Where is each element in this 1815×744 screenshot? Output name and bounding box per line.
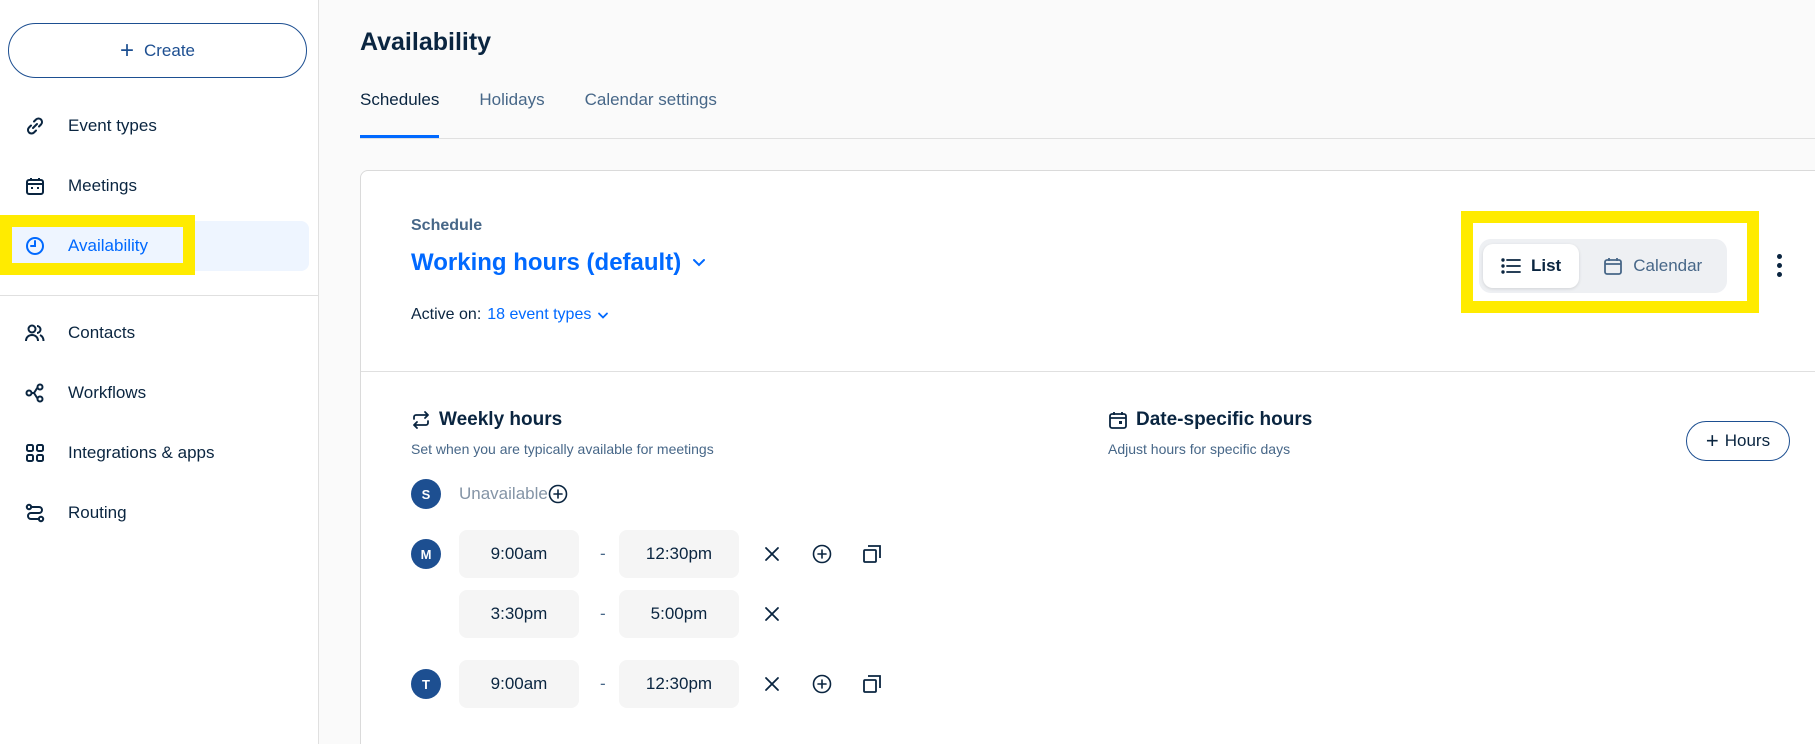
day-badge: S <box>411 479 441 509</box>
schedule-name: Working hours (default) <box>411 249 682 276</box>
schedule-card: Schedule Working hours (default) Active … <box>360 170 1815 744</box>
time-separator: - <box>600 544 606 563</box>
chevron-down-icon <box>691 249 707 277</box>
start-time-field[interactable]: 9:00am <box>459 660 579 708</box>
main-content: Availability Schedules Holidays Calendar… <box>320 0 1815 744</box>
sidebar-item-label: Routing <box>68 503 127 522</box>
sidebar: + Create Event types Meetings Availabili… <box>0 0 319 744</box>
calendar-icon <box>1109 412 1127 429</box>
end-time-field[interactable]: 5:00pm <box>619 590 739 638</box>
add-slot-icon[interactable] <box>543 479 573 509</box>
tabs-divider <box>360 138 1815 139</box>
remove-slot-icon[interactable] <box>757 599 787 629</box>
time-separator: - <box>600 674 606 693</box>
active-on-link[interactable]: 18 event types <box>487 306 609 324</box>
date-specific-label: Date-specific hours <box>1136 409 1313 430</box>
contacts-icon <box>24 322 46 344</box>
sidebar-item-workflows[interactable]: Workflows <box>0 368 319 418</box>
calendar-label: Calendar <box>1633 256 1703 275</box>
link-icon <box>24 115 46 137</box>
plus-icon: + <box>1705 428 1719 453</box>
tab-schedules[interactable]: Schedules <box>360 90 440 140</box>
end-time-field[interactable]: 12:30pm <box>619 530 739 578</box>
copy-icon[interactable] <box>857 669 887 699</box>
chevron-down-icon <box>598 312 609 319</box>
time-separator: - <box>600 604 606 623</box>
copy-icon[interactable] <box>857 539 887 569</box>
add-hours-label: Hours <box>1724 431 1771 450</box>
sidebar-item-availability[interactable]: Availability <box>8 221 309 271</box>
sidebar-item-contacts[interactable]: Contacts <box>0 308 319 358</box>
active-on: Active on: 18 event types <box>411 306 609 324</box>
clock-icon <box>24 235 46 257</box>
start-time-field[interactable]: 9:00am <box>459 530 579 578</box>
date-specific-subtitle: Adjust hours for specific days <box>1108 441 1291 457</box>
sidebar-item-routing[interactable]: Routing <box>0 488 319 538</box>
add-slot-icon[interactable] <box>807 539 837 569</box>
list-view-button[interactable]: List <box>1483 244 1580 288</box>
workflow-icon <box>24 382 46 404</box>
calendar-icon <box>24 175 46 197</box>
repeat-icon <box>413 411 429 429</box>
create-label: Create <box>143 40 196 60</box>
sidebar-item-label: Meetings <box>68 176 137 195</box>
card-divider <box>361 371 1815 372</box>
create-button[interactable]: + Create <box>8 23 307 78</box>
sidebar-item-label: Event types <box>68 116 157 135</box>
start-time-field[interactable]: 3:30pm <box>459 590 579 638</box>
day-badge: M <box>411 539 441 569</box>
calendar-icon <box>1604 258 1623 275</box>
grid-icon <box>24 442 46 464</box>
day-badge: T <box>411 669 441 699</box>
plus-icon: + <box>119 36 134 64</box>
date-specific-title: Date-specific hours <box>1108 409 1312 431</box>
weekly-hours-title: Weekly hours <box>411 409 562 431</box>
unavailable-text: Unavailable <box>459 484 548 503</box>
remove-slot-icon[interactable] <box>757 669 787 699</box>
sidebar-item-event-types[interactable]: Event types <box>0 101 319 151</box>
sidebar-item-label: Contacts <box>68 323 136 342</box>
view-toggle: List Calendar <box>1479 239 1727 293</box>
sidebar-item-label: Integrations & apps <box>68 443 215 462</box>
more-options-icon[interactable] <box>1769 247 1789 283</box>
sidebar-divider <box>0 295 319 296</box>
weekly-hours-subtitle: Set when you are typically available for… <box>411 441 714 457</box>
add-hours-button[interactable]: + Hours <box>1686 421 1790 461</box>
schedule-label: Schedule <box>411 217 483 234</box>
list-icon <box>1501 258 1521 274</box>
tab-calendar-settings[interactable]: Calendar settings <box>585 90 717 140</box>
add-slot-icon[interactable] <box>807 669 837 699</box>
calendar-view-button[interactable]: Calendar <box>1585 244 1720 288</box>
sidebar-item-integrations[interactable]: Integrations & apps <box>0 428 319 478</box>
active-on-label: Active on: <box>411 306 482 323</box>
sidebar-item-label: Availability <box>68 236 149 255</box>
routing-icon <box>24 502 46 524</box>
tabs: Schedules Holidays Calendar settings <box>360 90 717 140</box>
list-label: List <box>1531 256 1562 275</box>
page-title: Availability <box>360 28 492 56</box>
schedule-selector[interactable]: Working hours (default) <box>411 249 707 277</box>
weekly-hours-label: Weekly hours <box>439 409 563 430</box>
end-time-field[interactable]: 12:30pm <box>619 660 739 708</box>
active-on-value: 18 event types <box>487 306 592 323</box>
remove-slot-icon[interactable] <box>757 539 787 569</box>
tab-holidays[interactable]: Holidays <box>479 90 544 140</box>
sidebar-item-meetings[interactable]: Meetings <box>0 161 319 211</box>
sidebar-item-label: Workflows <box>68 383 147 402</box>
